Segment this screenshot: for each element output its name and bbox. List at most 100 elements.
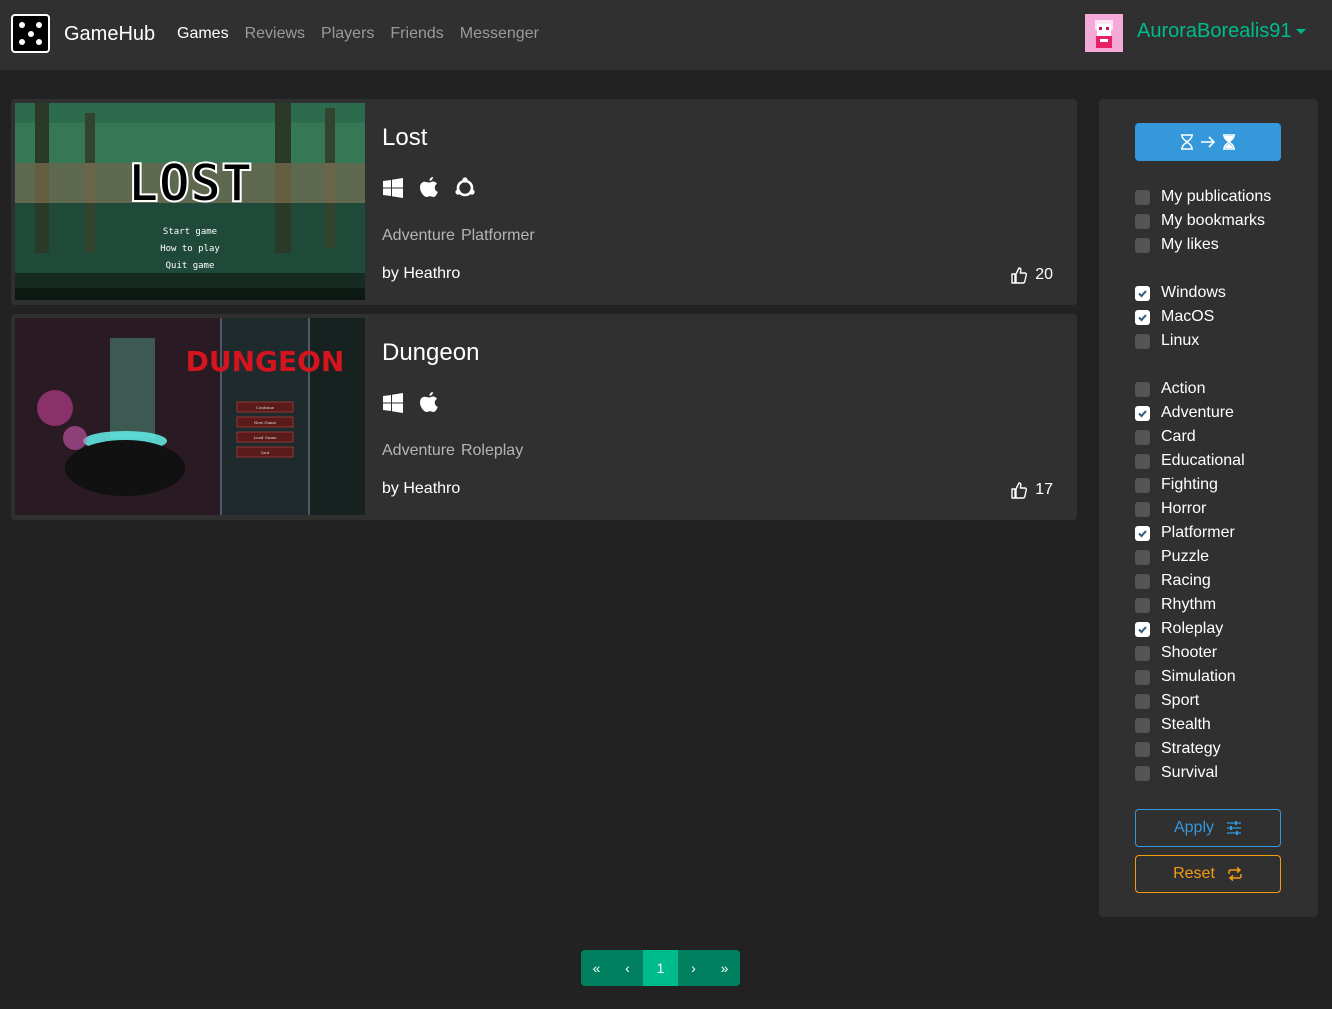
filter-survival[interactable]: Survival — [1135, 761, 1245, 785]
platform-icons — [382, 177, 476, 199]
nav-link-messenger[interactable]: Messenger — [460, 25, 539, 43]
filter-linux[interactable]: Linux — [1135, 329, 1226, 353]
game-card[interactable]: Continue New Game Load Game Quit DUNGEON… — [11, 314, 1077, 520]
nav-link-reviews[interactable]: Reviews — [245, 25, 305, 43]
checkbox[interactable] — [1135, 453, 1150, 469]
sort-button[interactable] — [1135, 123, 1281, 161]
game-title[interactable]: Dungeon — [382, 339, 479, 367]
checkbox[interactable] — [1135, 237, 1150, 253]
platform-filters: Windows MacOS Linux — [1135, 281, 1226, 353]
filter-puzzle[interactable]: Puzzle — [1135, 545, 1245, 569]
filter-card[interactable]: Card — [1135, 425, 1245, 449]
checkbox[interactable] — [1135, 717, 1150, 733]
game-author[interactable]: by Heathro — [382, 265, 460, 283]
checkbox[interactable] — [1135, 693, 1150, 709]
nav-link-players[interactable]: Players — [321, 25, 374, 43]
tag[interactable]: Adventure — [382, 442, 455, 460]
checkbox[interactable] — [1135, 501, 1150, 517]
check-icon — [1138, 409, 1147, 417]
filter-my-likes[interactable]: My likes — [1135, 233, 1271, 257]
linux-icon — [454, 177, 476, 199]
checkbox[interactable] — [1135, 381, 1150, 397]
filter-my-bookmarks[interactable]: My bookmarks — [1135, 209, 1271, 233]
last-page-button[interactable]: » — [709, 950, 740, 986]
checkbox[interactable] — [1135, 621, 1150, 637]
user-name[interactable]: AuroraBorealis91 — [1137, 20, 1292, 43]
checkbox[interactable] — [1135, 741, 1150, 757]
user-avatar[interactable] — [1085, 14, 1123, 52]
navbar: GameHub Games Reviews Players Friends Me… — [0, 0, 1332, 70]
checkbox[interactable] — [1135, 645, 1150, 661]
dice-logo-icon[interactable] — [11, 14, 50, 53]
like-count: 17 — [1035, 481, 1053, 498]
game-thumbnail[interactable]: Continue New Game Load Game Quit DUNGEON — [15, 318, 365, 515]
thumb-title: DUNGEON — [186, 345, 345, 378]
checkbox[interactable] — [1135, 549, 1150, 565]
game-thumbnail[interactable]: LOST Start game How to play Quit game — [15, 103, 365, 300]
genre-filters: Action Adventure Card Educational Fighting Ho… — [1135, 377, 1245, 785]
game-card[interactable]: LOST Start game How to play Quit game Lo… — [11, 99, 1077, 305]
checkbox[interactable] — [1135, 765, 1150, 781]
sliders-icon — [1227, 821, 1242, 835]
nav-link-friends[interactable]: Friends — [390, 25, 443, 43]
next-page-button[interactable]: › — [678, 950, 709, 986]
checkbox[interactable] — [1135, 429, 1150, 445]
brand-name[interactable]: GameHub — [64, 23, 155, 46]
game-title[interactable]: Lost — [382, 124, 427, 152]
caret-down-icon[interactable] — [1296, 29, 1306, 34]
filter-racing[interactable]: Racing — [1135, 569, 1245, 593]
checkbox[interactable] — [1135, 573, 1150, 589]
like-count: 20 — [1035, 266, 1053, 283]
hourglass-empty-icon — [1181, 134, 1193, 150]
checkbox[interactable] — [1135, 405, 1150, 421]
tag[interactable]: Roleplay — [461, 442, 523, 460]
checkbox[interactable] — [1135, 597, 1150, 613]
like-counter[interactable]: 17 — [1011, 481, 1053, 499]
nav-links: Games Reviews Players Friends Messenger — [177, 25, 539, 43]
svg-text:Quit game: Quit game — [166, 261, 215, 271]
checkbox[interactable] — [1135, 213, 1150, 229]
filter-simulation[interactable]: Simulation — [1135, 665, 1245, 689]
svg-text:How to play: How to play — [160, 244, 220, 254]
game-author[interactable]: by Heathro — [382, 480, 460, 498]
filter-horror[interactable]: Horror — [1135, 497, 1245, 521]
svg-text:Continue: Continue — [256, 405, 275, 410]
tag[interactable]: Platformer — [461, 227, 535, 245]
checkbox[interactable] — [1135, 525, 1150, 541]
tag[interactable]: Adventure — [382, 227, 455, 245]
checkbox[interactable] — [1135, 285, 1150, 301]
personal-filters: My publications My bookmarks My likes — [1135, 185, 1271, 257]
platform-icons — [382, 392, 440, 414]
filter-strategy[interactable]: Strategy — [1135, 737, 1245, 761]
apply-button[interactable]: Apply — [1135, 809, 1281, 847]
like-counter[interactable]: 20 — [1011, 266, 1053, 284]
filter-fighting[interactable]: Fighting — [1135, 473, 1245, 497]
apple-icon — [418, 177, 440, 199]
filter-sport[interactable]: Sport — [1135, 689, 1245, 713]
prev-page-button[interactable]: ‹ — [612, 950, 643, 986]
filter-action[interactable]: Action — [1135, 377, 1245, 401]
checkbox[interactable] — [1135, 477, 1150, 493]
filter-rhythm[interactable]: Rhythm — [1135, 593, 1245, 617]
filter-shooter[interactable]: Shooter — [1135, 641, 1245, 665]
filter-adventure[interactable]: Adventure — [1135, 401, 1245, 425]
reset-button[interactable]: Reset — [1135, 855, 1281, 893]
nav-link-games[interactable]: Games — [177, 25, 229, 43]
filter-macos[interactable]: MacOS — [1135, 305, 1226, 329]
first-page-button[interactable]: « — [581, 950, 612, 986]
checkbox[interactable] — [1135, 669, 1150, 685]
current-page-button[interactable]: 1 — [643, 950, 678, 986]
filter-stealth[interactable]: Stealth — [1135, 713, 1245, 737]
windows-icon — [382, 177, 404, 199]
filter-roleplay[interactable]: Roleplay — [1135, 617, 1245, 641]
thumbs-up-icon — [1011, 481, 1028, 499]
checkbox[interactable] — [1135, 333, 1150, 349]
filter-educational[interactable]: Educational — [1135, 449, 1245, 473]
filter-platformer[interactable]: Platformer — [1135, 521, 1245, 545]
repeat-icon — [1228, 867, 1242, 881]
filter-windows[interactable]: Windows — [1135, 281, 1226, 305]
checkbox[interactable] — [1135, 189, 1150, 205]
checkbox[interactable] — [1135, 309, 1150, 325]
filter-sidebar: My publications My bookmarks My likes Wi… — [1099, 99, 1318, 917]
filter-my-publications[interactable]: My publications — [1135, 185, 1271, 209]
